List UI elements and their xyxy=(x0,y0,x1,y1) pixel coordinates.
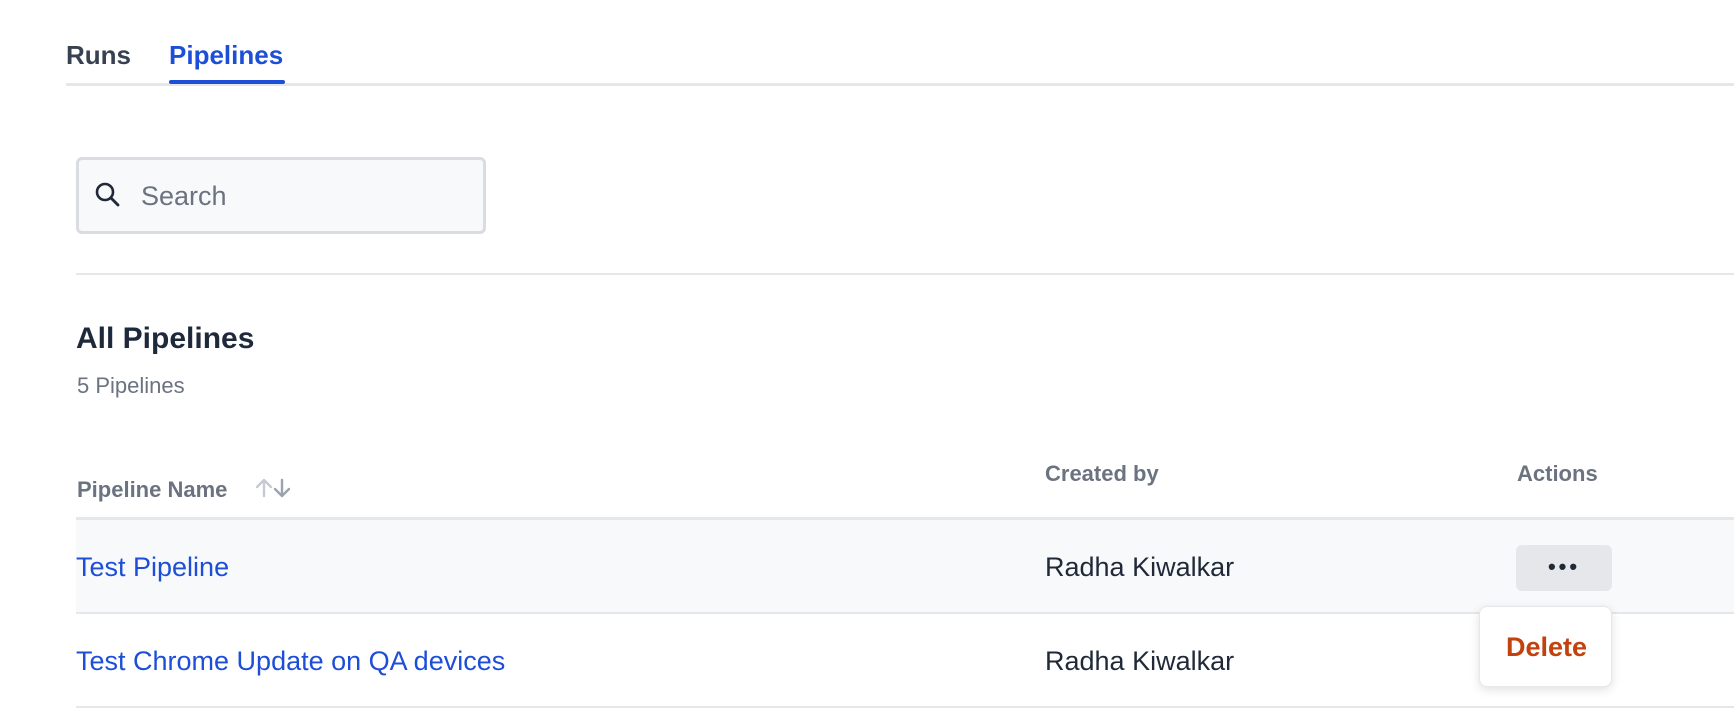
page-title: All Pipelines xyxy=(76,322,255,355)
search-input[interactable] xyxy=(141,172,461,220)
search-box[interactable] xyxy=(76,157,486,234)
column-header-pipeline-name[interactable]: Pipeline Name xyxy=(77,476,227,504)
more-horizontal-icon: ••• xyxy=(1547,554,1581,579)
column-header-actions: Actions xyxy=(1517,461,1598,486)
search-icon xyxy=(95,182,120,207)
column-header-created-by: Created by xyxy=(1045,461,1159,486)
pipeline-name-link[interactable]: Test Chrome Update on QA devices xyxy=(76,644,505,678)
tab-bar: Runs Pipelines xyxy=(66,0,1734,86)
table-row: Test Pipeline Radha Kiwalkar ••• xyxy=(76,520,1734,614)
active-tab-indicator xyxy=(169,80,285,84)
sort-arrows-icon[interactable] xyxy=(254,476,294,500)
actions-menu-button[interactable]: ••• xyxy=(1516,545,1612,591)
pipeline-name-link[interactable]: Test Pipeline xyxy=(76,550,229,584)
delete-menu-item[interactable]: Delete xyxy=(1480,607,1613,688)
section-divider xyxy=(76,273,1734,275)
pipeline-count: 5 Pipelines xyxy=(77,373,185,398)
tab-runs[interactable]: Runs xyxy=(66,38,131,72)
created-by-cell: Radha Kiwalkar xyxy=(1045,552,1235,582)
created-by-cell: Radha Kiwalkar xyxy=(1045,646,1235,676)
tab-pipelines[interactable]: Pipelines xyxy=(169,38,283,72)
actions-dropdown-menu: Delete xyxy=(1479,606,1612,687)
